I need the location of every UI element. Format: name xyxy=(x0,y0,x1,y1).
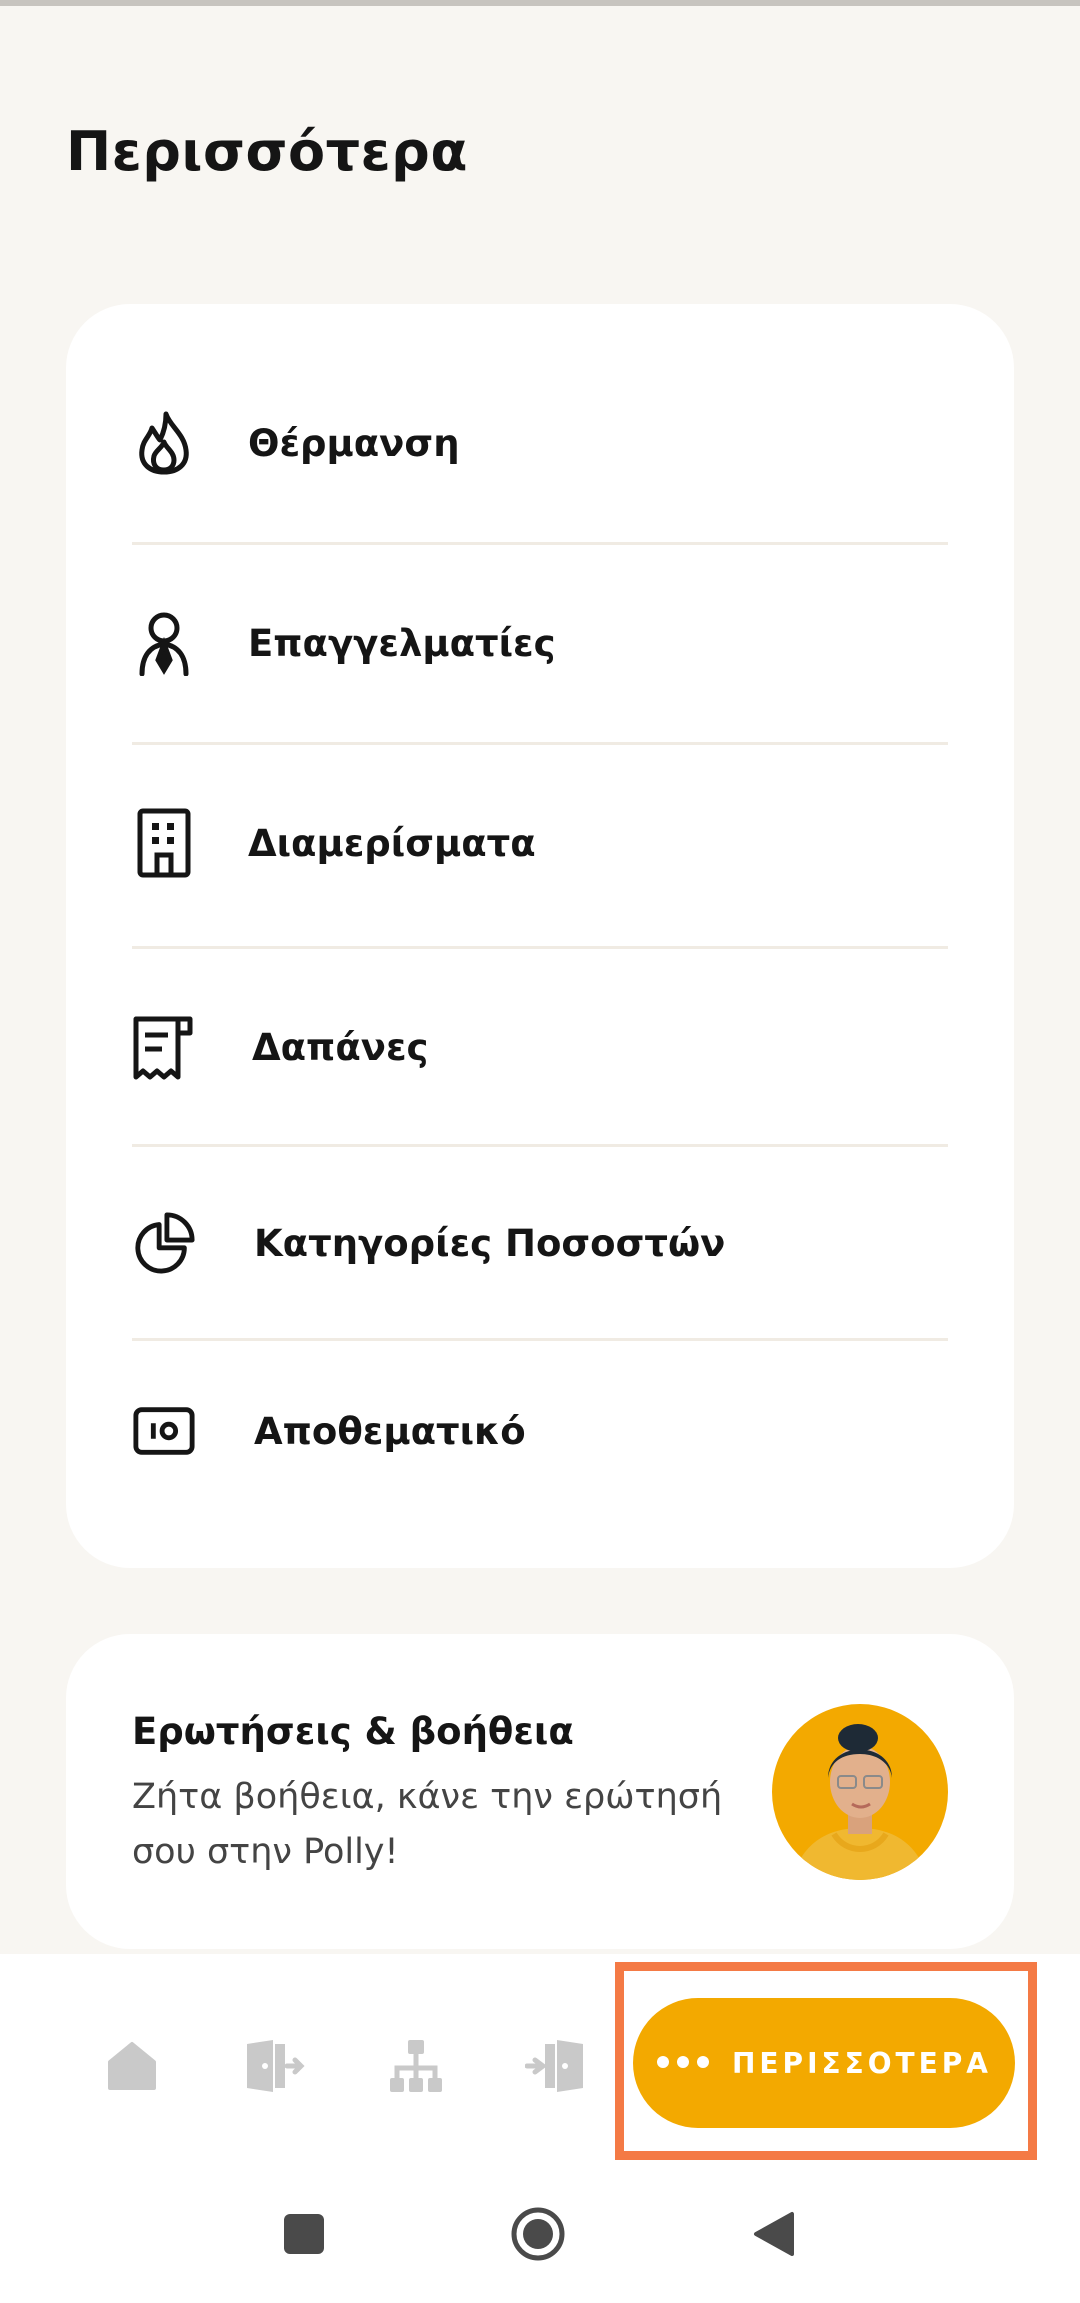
menu-item-apartments[interactable]: Διαμερίσματα xyxy=(132,744,948,942)
status-divider xyxy=(0,0,1080,6)
door-exit-icon xyxy=(243,2038,305,2098)
menu-item-label: Αποθεματικό xyxy=(254,1409,526,1453)
menu-item-reserve[interactable]: Αποθεματικό xyxy=(132,1332,948,1530)
nav-hierarchy[interactable] xyxy=(376,2028,456,2108)
help-card[interactable]: Ερωτήσεις & βοήθεια Ζήτα βοήθεια, κάνε τ… xyxy=(66,1634,1014,1949)
receipt-icon xyxy=(132,1010,196,1084)
menu-item-heating[interactable]: Θέρμανση xyxy=(132,344,948,542)
page-title: Περισσότερα xyxy=(66,120,468,183)
menu-item-label: Δαπάνες xyxy=(252,1025,429,1069)
menu-item-percentage-categories[interactable]: Κατηγορίες Ποσοστών xyxy=(132,1144,948,1342)
pie-chart-icon xyxy=(132,1206,196,1280)
system-home-button[interactable] xyxy=(508,2206,568,2266)
nav-exit[interactable] xyxy=(234,2028,314,2108)
nav-entry[interactable] xyxy=(516,2028,596,2108)
menu-item-label: Επαγγελματίες xyxy=(248,621,556,665)
system-back-button[interactable] xyxy=(744,2206,804,2266)
back-icon xyxy=(752,2210,796,2262)
nav-home[interactable] xyxy=(92,2028,172,2108)
hierarchy-icon xyxy=(388,2038,444,2098)
menu-item-label: Διαμερίσματα xyxy=(248,821,536,865)
menu-item-label: Κατηγορίες Ποσοστών xyxy=(254,1221,726,1265)
reserve-icon xyxy=(132,1394,196,1468)
help-title: Ερωτήσεις & βοήθεια xyxy=(132,1710,574,1753)
menu-item-professionals[interactable]: Επαγγελματίες xyxy=(132,544,948,742)
system-recent-apps-button[interactable] xyxy=(274,2206,334,2266)
flame-icon xyxy=(132,406,196,480)
selection-highlight xyxy=(615,1962,1037,2160)
menu-card: Θέρμανση Επαγγελματίες Διαμερίσματα Δαπά… xyxy=(66,304,1014,1568)
home-icon xyxy=(106,2040,158,2096)
home-circle-icon xyxy=(509,2205,567,2267)
recent-apps-icon xyxy=(282,2212,326,2260)
building-icon xyxy=(132,806,196,880)
polly-avatar[interactable] xyxy=(772,1704,948,1880)
help-text: Ζήτα βοήθεια, κάνε την ερώτησή σου στην … xyxy=(132,1777,723,1872)
door-enter-icon xyxy=(524,2038,587,2098)
menu-item-label: Θέρμανση xyxy=(248,421,460,465)
professional-icon xyxy=(132,606,196,680)
menu-item-expenses[interactable]: Δαπάνες xyxy=(132,948,948,1146)
